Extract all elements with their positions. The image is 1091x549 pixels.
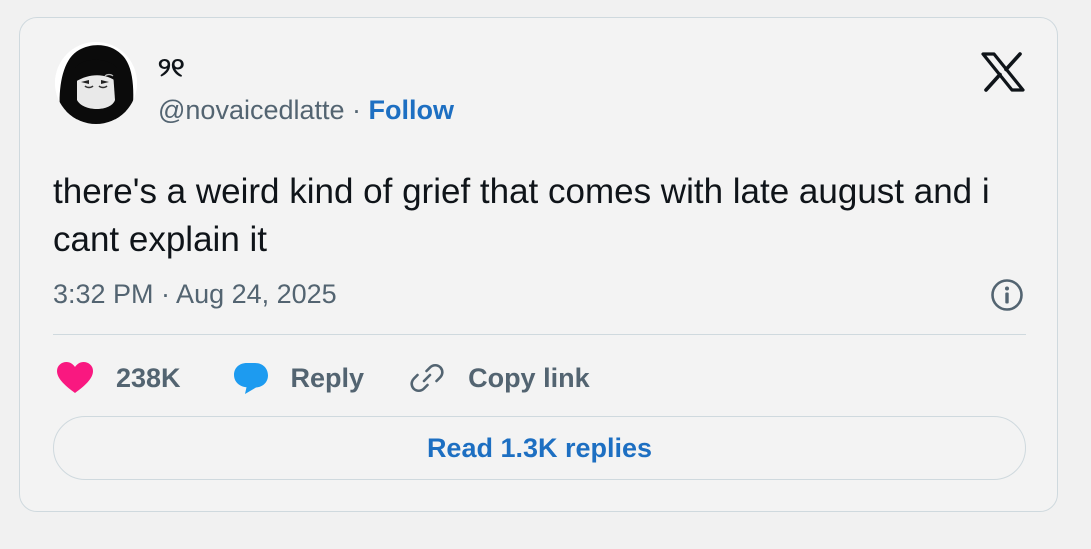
copy-link-label: Copy link bbox=[468, 362, 590, 393]
tweet-text: there's a weird kind of grief that comes… bbox=[53, 172, 990, 259]
avatar-image bbox=[55, 42, 137, 124]
read-replies-button[interactable]: Read 1.3K replies bbox=[53, 416, 1026, 480]
copy-link-button[interactable]: Copy link bbox=[410, 361, 590, 395]
handle[interactable]: @novaicedlatte bbox=[158, 95, 345, 125]
info-icon[interactable] bbox=[990, 278, 1024, 312]
link-icon bbox=[410, 363, 444, 393]
x-logo-icon[interactable] bbox=[981, 52, 1025, 92]
reply-button[interactable]: Reply bbox=[233, 361, 365, 395]
like-count: 238K bbox=[116, 362, 181, 393]
follow-link[interactable]: Follow bbox=[369, 95, 454, 125]
avatar[interactable] bbox=[55, 42, 137, 124]
display-name[interactable]: ୨୧ bbox=[158, 54, 185, 80]
separator: · bbox=[344, 95, 369, 125]
speech-bubble-icon bbox=[233, 363, 268, 394]
handle-row: @novaicedlatte · Follow bbox=[158, 95, 454, 126]
like-button[interactable]: 238K bbox=[56, 361, 181, 395]
timestamp[interactable]: 3:32 PM · Aug 24, 2025 bbox=[53, 279, 337, 310]
action-bar: 238K Reply Copy link bbox=[56, 358, 590, 398]
heart-icon bbox=[57, 362, 93, 393]
divider bbox=[53, 334, 1026, 335]
reply-label: Reply bbox=[290, 362, 365, 393]
tweet-card: ୨୧ @novaicedlatte · Follow there's a wei… bbox=[19, 17, 1058, 512]
